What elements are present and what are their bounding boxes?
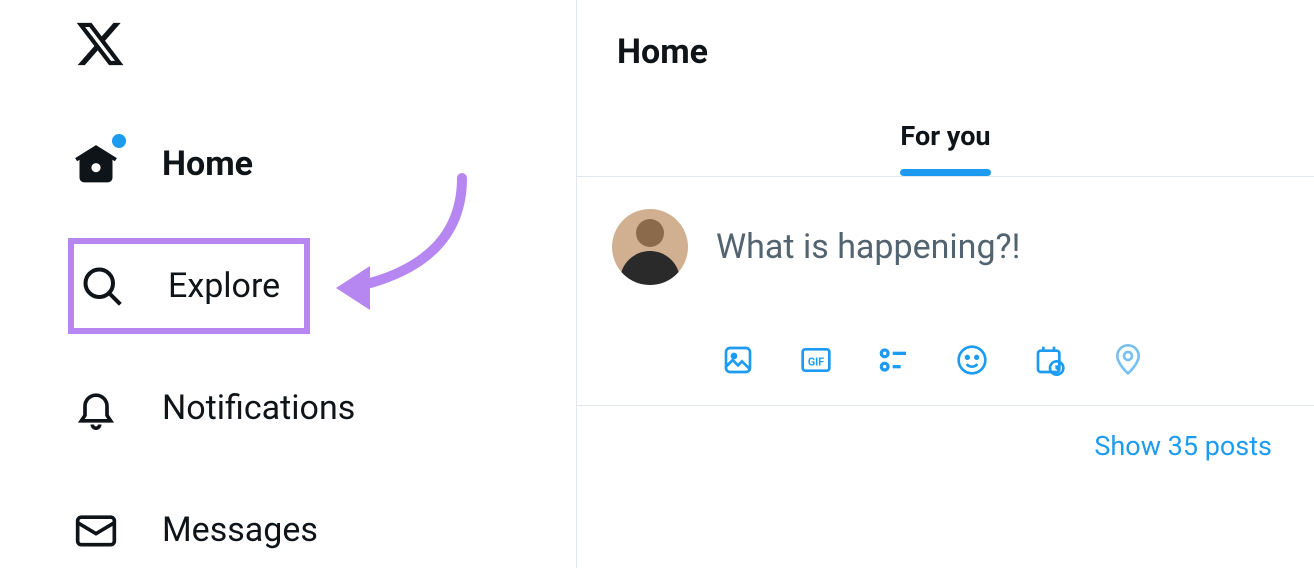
show-posts: Show 35 posts — [577, 406, 1314, 462]
svg-text:GIF: GIF — [808, 355, 824, 368]
sidebar-item-explore[interactable]: Explore — [68, 238, 310, 334]
show-posts-link[interactable]: Show 35 posts — [1094, 430, 1272, 462]
sidebar-item-home[interactable]: Home — [68, 124, 275, 204]
notification-dot — [112, 134, 126, 148]
x-logo[interactable] — [68, 18, 576, 74]
emoji-icon[interactable] — [955, 343, 989, 377]
avatar[interactable] — [612, 209, 688, 285]
location-icon[interactable] — [1111, 343, 1145, 377]
page-title: Home — [577, 0, 1314, 72]
home-icon — [74, 142, 118, 186]
sidebar-item-messages[interactable]: Messages — [68, 490, 340, 570]
compose-box[interactable]: What is happening?! — [577, 177, 1314, 285]
tab-for-you[interactable]: For you — [900, 120, 990, 176]
tabs: For you — [577, 120, 1314, 177]
compose-toolbar: GIF — [577, 285, 1314, 406]
compose-placeholder[interactable]: What is happening?! — [716, 227, 1020, 267]
search-icon — [80, 264, 124, 308]
media-icon[interactable] — [721, 343, 755, 377]
main-content: Home For you What is happening?! GIF — [576, 0, 1314, 568]
sidebar: Home Explore Notifications Messages — [0, 0, 576, 568]
envelope-icon — [74, 508, 118, 552]
sidebar-item-label: Messages — [162, 510, 318, 550]
bell-icon — [74, 386, 118, 430]
sidebar-item-label: Notifications — [162, 388, 355, 428]
sidebar-item-label: Explore — [168, 266, 280, 306]
annotation-arrow — [322, 170, 482, 324]
gif-icon[interactable]: GIF — [799, 343, 833, 377]
schedule-icon[interactable] — [1033, 343, 1067, 377]
poll-icon[interactable] — [877, 343, 911, 377]
sidebar-item-notifications[interactable]: Notifications — [68, 368, 377, 448]
tab-underline — [900, 169, 990, 176]
tab-label: For you — [900, 120, 990, 152]
sidebar-item-label: Home — [162, 144, 253, 184]
